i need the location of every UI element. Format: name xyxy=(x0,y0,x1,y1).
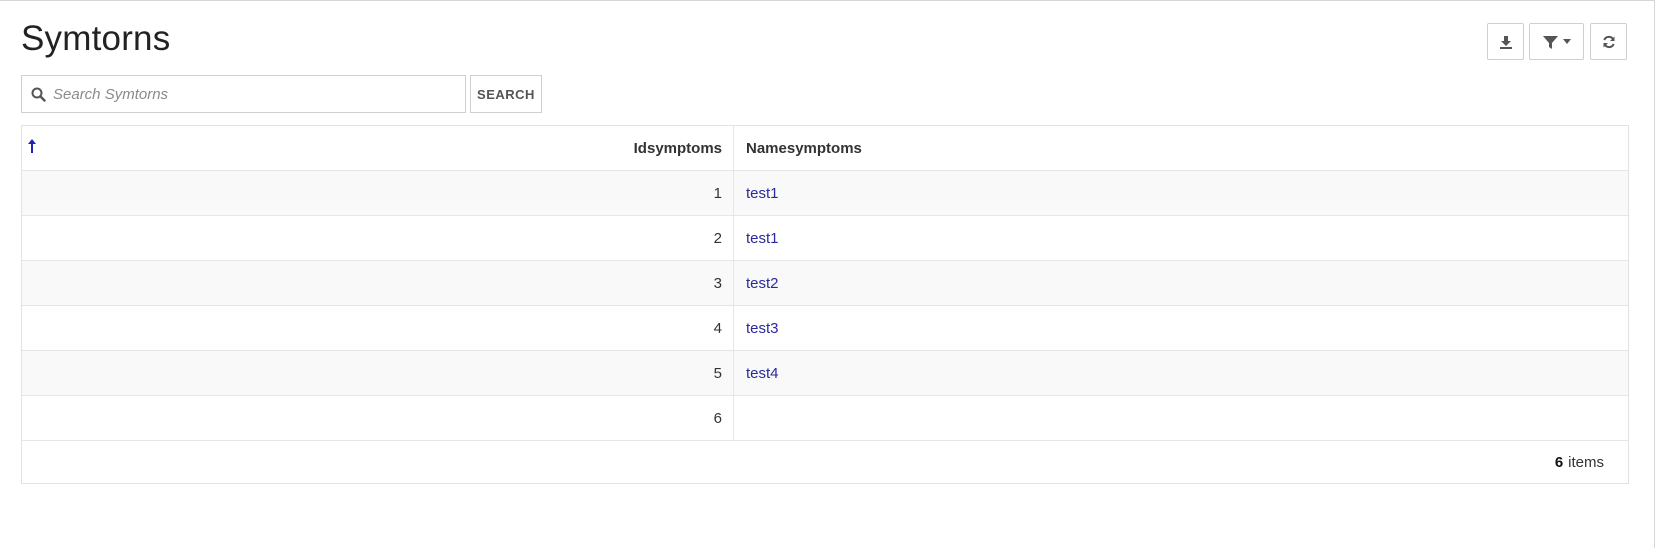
cell-namesymptoms: test4 xyxy=(734,351,1628,395)
cell-namesymptoms: test1 xyxy=(734,171,1628,215)
table-row[interactable]: 2 test1 xyxy=(22,216,1628,261)
item-count-label: items xyxy=(1568,453,1604,471)
column-header-label: Idsymptoms xyxy=(633,139,722,157)
table-row[interactable]: 5 test4 xyxy=(22,351,1628,396)
download-button[interactable] xyxy=(1487,23,1524,60)
caret-down-icon xyxy=(1562,39,1571,44)
refresh-icon xyxy=(1602,35,1615,48)
column-header-idsymptoms[interactable]: Idsymptoms xyxy=(22,126,734,170)
cell-idsymptoms: 6 xyxy=(22,396,734,440)
symptom-name-link[interactable]: test1 xyxy=(746,230,779,247)
cell-idsymptoms: 3 xyxy=(22,261,734,305)
data-grid: Idsymptoms Namesymptoms 1 test1 2 test1 … xyxy=(21,125,1629,484)
sort-ascending-arrow-icon[interactable] xyxy=(28,139,36,153)
cell-idsymptoms: 4 xyxy=(22,306,734,350)
cell-idsymptoms: 1 xyxy=(22,171,734,215)
cell-namesymptoms: test2 xyxy=(734,261,1628,305)
cell-namesymptoms xyxy=(734,396,1628,440)
symptom-name-link[interactable]: test1 xyxy=(746,185,779,202)
table-header-row: Idsymptoms Namesymptoms xyxy=(22,126,1628,171)
column-header-label: Namesymptoms xyxy=(746,139,862,157)
table-row[interactable]: 1 test1 xyxy=(22,171,1628,216)
filter-dropdown-button[interactable] xyxy=(1529,23,1584,60)
table-row[interactable]: 4 test3 xyxy=(22,306,1628,351)
grid-footer: 6 items xyxy=(22,441,1628,483)
cell-namesymptoms: test3 xyxy=(734,306,1628,350)
grid-toolbar xyxy=(0,23,1669,61)
table-row[interactable]: 3 test2 xyxy=(22,261,1628,306)
search-box xyxy=(21,75,466,113)
symptom-name-link[interactable]: test4 xyxy=(746,365,779,382)
symptom-name-link[interactable]: test3 xyxy=(746,320,779,337)
item-count: 6 xyxy=(1554,453,1564,471)
cell-idsymptoms: 2 xyxy=(22,216,734,260)
refresh-button[interactable] xyxy=(1590,23,1627,60)
cell-namesymptoms: test1 xyxy=(734,216,1628,260)
column-header-namesymptoms[interactable]: Namesymptoms xyxy=(734,126,1628,170)
download-icon xyxy=(1499,35,1512,49)
table-row[interactable]: 6 xyxy=(22,396,1628,441)
cell-idsymptoms: 5 xyxy=(22,351,734,395)
search-icon xyxy=(31,87,46,102)
symptom-name-link[interactable]: test2 xyxy=(746,275,779,292)
filter-icon xyxy=(1542,35,1558,49)
search-input[interactable] xyxy=(46,77,465,111)
search-button[interactable]: SEARCH xyxy=(470,75,542,113)
